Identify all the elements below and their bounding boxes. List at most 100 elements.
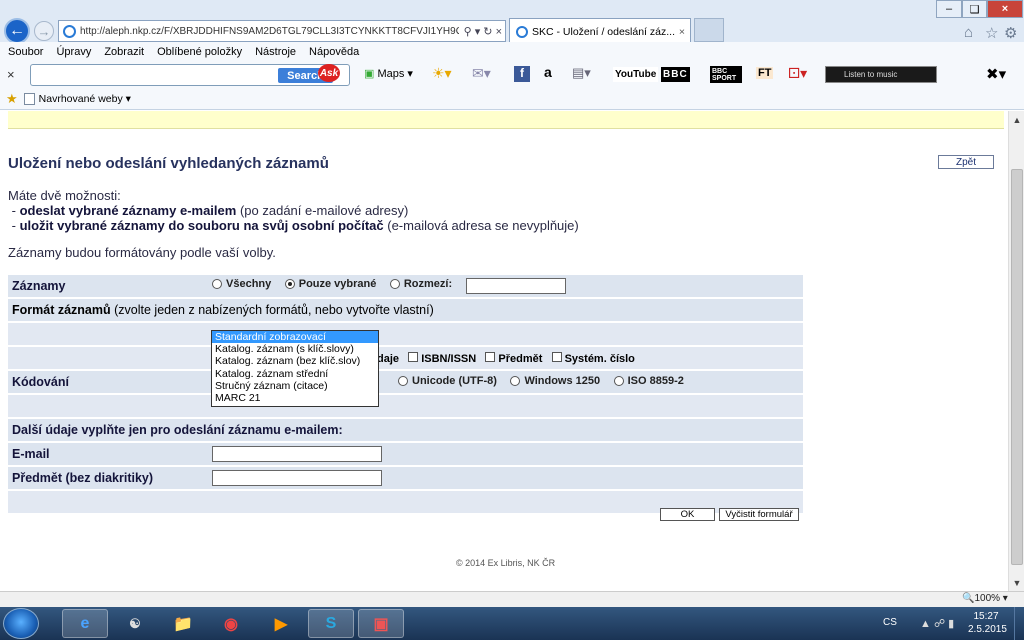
url-text[interactable]: http://aleph.nkp.cz/F/XBRJDDHIFNS9AM2D6T… — [80, 26, 459, 37]
radio-icon — [389, 279, 400, 290]
notice-bar — [8, 111, 1004, 129]
menu-oblibene[interactable]: Oblíbené položky — [157, 46, 242, 58]
scroll-down-icon[interactable]: ▼ — [1009, 574, 1024, 591]
email-cell — [208, 443, 803, 465]
records-range-radio[interactable]: Rozmezí: — [389, 278, 452, 290]
bbc-button[interactable]: BBC — [661, 67, 690, 82]
home-icon[interactable]: ⌂ — [964, 24, 973, 41]
address-controls[interactable]: ⚲ ▾ ↻ × — [459, 25, 505, 38]
encoding-win1250-radio[interactable]: Windows 1250 — [510, 375, 600, 387]
weather-icon[interactable]: ☀▾ — [432, 65, 452, 82]
vertical-scrollbar[interactable]: ▲ ▼ — [1008, 111, 1024, 591]
youtube-button[interactable]: YouTube — [613, 67, 659, 82]
suggested-sites[interactable]: Navrhované weby — [39, 93, 123, 105]
ok-button[interactable]: OK — [660, 508, 715, 521]
menu-napoveda[interactable]: Nápověda — [309, 46, 359, 58]
scroll-up-icon[interactable]: ▲ — [1009, 111, 1024, 128]
skype-taskbar-icon[interactable]: S — [308, 609, 354, 638]
page-icon — [23, 92, 35, 105]
encoding-label: Kódování — [8, 371, 208, 393]
option-1-bold: odeslat vybrané záznamy e-mailem — [19, 203, 237, 218]
ask-logo[interactable]: Ask — [318, 64, 340, 82]
encoding-iso-label: ISO 8859-2 — [627, 375, 684, 387]
listen-to-music-button[interactable]: Listen to music — [825, 66, 937, 83]
tools-icon[interactable]: ✖▾ — [986, 65, 1006, 83]
format-label: Formát záznamů — [12, 303, 111, 317]
sysno-checkbox[interactable]: Systém. číslo — [551, 351, 635, 365]
records-options: Všechny Pouze vybrané Rozmezí: — [208, 275, 803, 297]
range-input[interactable] — [465, 278, 566, 294]
scroll-thumb[interactable] — [1011, 169, 1023, 565]
format-option[interactable]: Stručný záznam (citace) — [212, 380, 378, 392]
email-field[interactable] — [212, 446, 382, 462]
menu-zobrazit[interactable]: Zobrazit — [104, 46, 144, 58]
presentation-taskbar-icon[interactable]: ▣ — [358, 609, 404, 638]
subject-check-label: Předmět — [498, 352, 543, 365]
menu-upravy[interactable]: Úpravy — [56, 46, 91, 58]
close-tab-icon[interactable]: × — [679, 26, 690, 38]
subject-checkbox[interactable]: Předmět — [485, 351, 543, 365]
address-bar[interactable]: http://aleph.nkp.cz/F/XBRJDDHIFNS9AM2D6T… — [58, 20, 506, 42]
youtube-label: YouTube — [615, 69, 657, 80]
save-form: Záznamy Všechny Pouze vybrané Rozmezí: F… — [8, 273, 803, 515]
facebook-icon[interactable]: f — [514, 66, 530, 82]
app-taskbar-icon[interactable]: ☯ — [112, 609, 158, 638]
records-label: Záznamy — [8, 275, 208, 297]
maps-button[interactable]: ▣ Maps ▾ — [364, 67, 413, 80]
back-icon[interactable]: ← — [4, 18, 30, 44]
show-desktop-button[interactable] — [1014, 607, 1024, 640]
format-note: Záznamy budou formátovány podle vaší vol… — [8, 245, 276, 260]
format-option[interactable]: Katalog. záznam střední — [212, 368, 378, 380]
isbn-checkbox[interactable]: ISBN/ISSN — [408, 351, 476, 365]
menu-nastroje[interactable]: Nástroje — [255, 46, 296, 58]
mail-icon[interactable]: ✉▾ — [472, 65, 491, 82]
subject-field[interactable] — [212, 470, 382, 486]
encoding-win1250-label: Windows 1250 — [524, 375, 601, 387]
clear-form-button[interactable]: Vyčistit formulář — [719, 508, 799, 521]
format-option[interactable]: Katalog. záznam (s klíč.slovy) — [212, 343, 378, 355]
clock[interactable]: 15:27 2.5.2015 — [968, 610, 1007, 636]
taskbar: e ☯ 📁 ◉ ▶ S ▣ CS ▲ ☍ ▮ 15:27 2.5.2015 — [0, 607, 1024, 640]
email-section-label: Další údaje vyplňte jen pro odeslání záz… — [8, 419, 803, 441]
ask-search-input[interactable]: Search — [30, 64, 350, 86]
clock-time: 15:27 — [973, 611, 999, 622]
games-icon[interactable]: ⚀▾ — [788, 65, 807, 82]
media-player-taskbar-icon[interactable]: ▶ — [258, 609, 304, 638]
close-window-button[interactable]: × — [987, 0, 1023, 18]
chrome-taskbar-icon[interactable]: ◉ — [208, 609, 254, 638]
back-button[interactable]: Zpět — [938, 155, 994, 169]
format-listbox[interactable]: Standardní zobrazovací Katalog. záznam (… — [211, 330, 379, 407]
favorites-star-icon[interactable]: ★ — [6, 91, 18, 107]
menu-soubor[interactable]: Soubor — [8, 46, 43, 58]
zoom-level[interactable]: 🔍100% ▾ — [962, 593, 1008, 604]
close-toolbar-icon[interactable]: × — [7, 67, 15, 82]
language-indicator[interactable]: CS — [883, 617, 897, 628]
gear-icon[interactable]: ⚙ — [1004, 24, 1017, 42]
minimize-button[interactable]: – — [936, 0, 962, 18]
spacer-row — [8, 395, 803, 417]
maximize-button[interactable]: ❑ — [962, 0, 987, 18]
encoding-utf8-radio[interactable]: Unicode (UTF-8) — [398, 375, 497, 387]
records-selected-radio[interactable]: Pouze vybrané — [284, 278, 376, 290]
ft-button[interactable]: FT — [756, 67, 774, 79]
encoding-iso-radio[interactable]: ISO 8859-2 — [613, 375, 684, 387]
news-icon[interactable]: ▤▾ — [572, 65, 591, 81]
amazon-icon[interactable]: a — [544, 64, 552, 80]
format-option[interactable]: Katalog. záznam (bez klíč.slov) — [212, 355, 378, 367]
zoom-value: 100% — [974, 593, 1001, 604]
maps-label: Maps — [377, 68, 405, 80]
format-option[interactable]: Standardní zobrazovací — [212, 331, 378, 344]
tray-icons[interactable]: ▲ ☍ ▮ — [920, 617, 954, 630]
ie-taskbar-icon[interactable]: e — [62, 609, 108, 638]
folder-taskbar-icon[interactable]: 📁 — [160, 609, 206, 638]
format-option[interactable]: MARC 21 — [212, 392, 378, 404]
star-icon[interactable]: ☆ — [985, 24, 998, 42]
forward-icon[interactable]: → — [34, 21, 54, 41]
ie-icon — [63, 24, 76, 38]
start-button[interactable] — [3, 608, 39, 639]
bbc-sport-button[interactable]: BBC SPORT — [710, 66, 742, 83]
records-all-radio[interactable]: Všechny — [212, 278, 271, 290]
tab-current[interactable]: SKC - Uložení / odeslání záz... × — [509, 18, 691, 44]
new-tab-button[interactable] — [694, 18, 724, 42]
ask-toolbar: × Search Ask ▣ Maps ▾ ☀▾ ✉▾ f a ▤▾ YouTu… — [0, 62, 1024, 88]
